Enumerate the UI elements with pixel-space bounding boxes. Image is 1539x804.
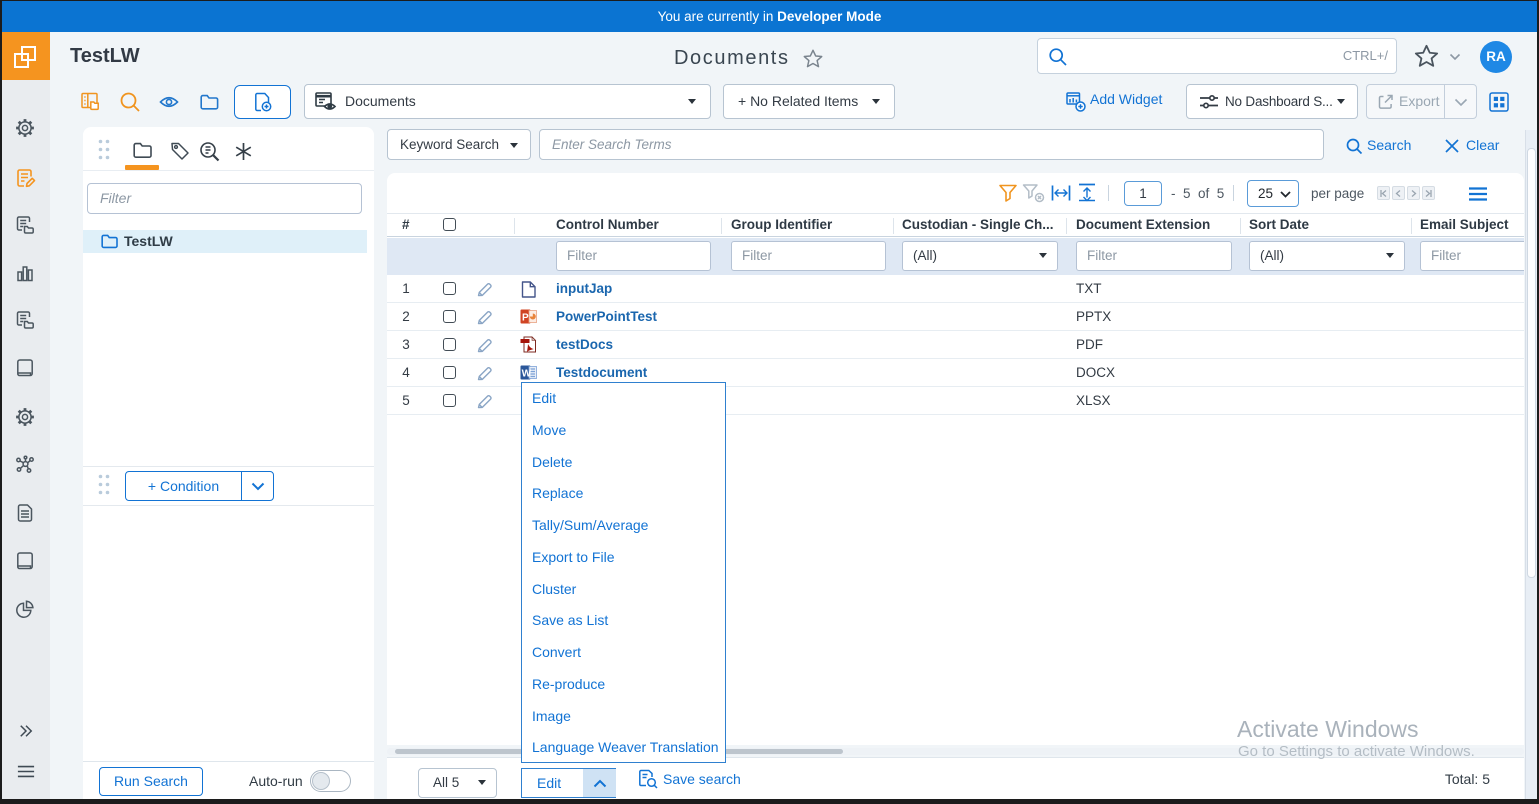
- svg-text:W: W: [522, 369, 532, 380]
- svg-text:P: P: [522, 313, 529, 324]
